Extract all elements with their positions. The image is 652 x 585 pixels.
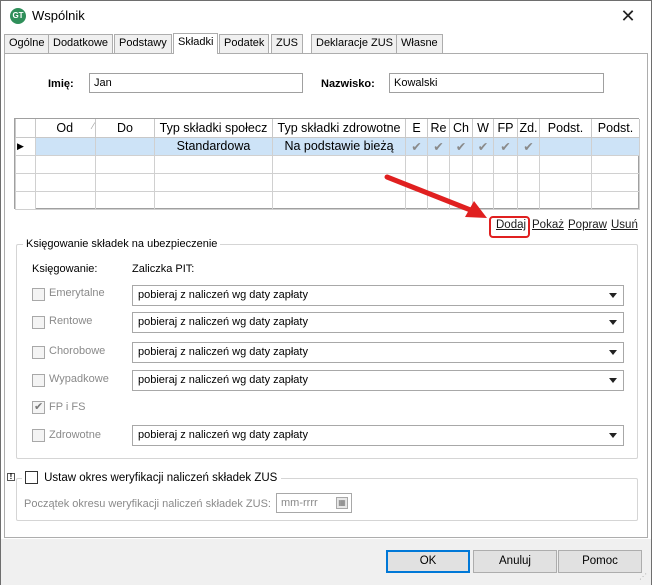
emerytalne-pit-select[interactable]: pobieraj z naliczeń wg daty zapłaty [132,285,624,306]
zdrowotne-label: Zdrowotne [49,429,101,441]
first-name-label: Imię: [48,78,74,90]
pit-column-header: Zaliczka PIT: [132,263,195,275]
select-value: pobieraj z naliczeń wg daty zapłaty [138,374,308,386]
date-placeholder: mm-rrrr [281,497,318,509]
select-value: pobieraj z naliczeń wg daty zapłaty [138,316,308,328]
chorobowe-label: Chorobowe [49,345,106,357]
tab-podstawy[interactable]: Podstawy [114,34,172,53]
tab-podatek[interactable]: Podatek [219,34,270,53]
ok-button[interactable]: OK [386,550,470,573]
close-icon[interactable]: ✕ [605,1,651,31]
verification-checkbox[interactable] [25,471,38,484]
tab-ogolne[interactable]: Ogólne [4,34,50,53]
cancel-button[interactable]: Anuluj [473,550,557,573]
sort-icon: ⁄ [92,120,94,131]
column-header-typ-zdrow[interactable]: Typ składki zdrowotne [272,119,406,138]
wypadkowe-checkbox[interactable] [32,374,45,387]
chevron-down-icon [609,378,617,383]
last-name-label: Nazwisko: [321,78,375,90]
tab-dodatkowe[interactable]: Dodatkowe [48,34,114,53]
column-header-od[interactable]: Od ⁄ [35,119,96,138]
column-header-podst-1[interactable]: Podst. [539,119,592,138]
chorobowe-pit-select[interactable]: pobieraj z naliczeń wg daty zapłaty [132,342,624,363]
add-link[interactable]: Dodaj [496,219,526,231]
verification-header: Ustaw okres weryfikacji naliczeń składek… [22,471,282,484]
fp-fs-label: FP i FS [49,401,86,413]
info-icon: ! [7,473,15,481]
cell-podst-2[interactable] [591,136,640,156]
resize-grip-icon[interactable]: ⋰ [639,572,649,582]
title-bar: GT Wspólnik ✕ [1,1,651,31]
cell-ch-check-icon[interactable]: ✔ [449,136,473,156]
calendar-icon[interactable]: ▦ [336,497,348,509]
cell-typ-spol[interactable]: Standardowa [154,136,273,156]
window-title: Wspólnik [32,8,85,23]
cell-zd-check-icon[interactable]: ✔ [517,136,540,156]
select-value: pobieraj z naliczeń wg daty zapłaty [138,346,308,358]
table-row-empty[interactable] [15,154,640,174]
app-logo-icon: GT [10,8,26,24]
table-row[interactable]: ▶ Standardowa Na podstawie bieżą ✔ ✔ ✔ ✔… [15,136,640,156]
cell-fp-check-icon[interactable]: ✔ [493,136,518,156]
cell-re-check-icon[interactable]: ✔ [427,136,450,156]
chevron-down-icon [609,293,617,298]
select-value: pobieraj z naliczeń wg daty zapłaty [138,289,308,301]
cell-e-check-icon[interactable]: ✔ [405,136,428,156]
first-name-field[interactable]: Jan [89,73,303,93]
wypadkowe-label: Wypadkowe [49,373,109,385]
column-header-podst-2[interactable]: Podst. [591,119,640,138]
rentowe-checkbox[interactable] [32,316,45,329]
cell-podst-1[interactable] [539,136,592,156]
grid-corner [15,119,36,138]
column-header-ch[interactable]: Ch [449,119,473,138]
column-header-fp[interactable]: FP [493,119,518,138]
cell-od[interactable] [35,136,96,156]
column-header-w[interactable]: W [472,119,494,138]
wypadkowe-pit-select[interactable]: pobieraj z naliczeń wg daty zapłaty [132,370,624,391]
column-header-do[interactable]: Do [95,119,155,138]
tab-skladki[interactable]: Składki [173,33,219,54]
annotation-arrow-icon [384,174,487,218]
rentowe-pit-select[interactable]: pobieraj z naliczeń wg daty zapłaty [132,312,624,333]
edit-link[interactable]: Popraw [568,219,607,231]
cell-typ-zdrow[interactable]: Na podstawie bieżą [272,136,406,156]
cell-w-check-icon[interactable]: ✔ [472,136,494,156]
emerytalne-label: Emerytalne [49,287,105,299]
row-indicator-icon: ▶ [15,136,36,156]
chevron-down-icon [609,350,617,355]
zdrowotne-pit-select[interactable]: pobieraj z naliczeń wg daty zapłaty [132,425,624,446]
cell-do[interactable] [95,136,155,156]
booking-group-title: Księgowanie składek na ubezpieczenie [23,238,221,250]
tab-wlasne[interactable]: Własne [396,34,443,53]
table-row-empty[interactable] [15,172,640,192]
column-header-e[interactable]: E [405,119,428,138]
delete-link[interactable]: Usuń [611,219,638,231]
column-header-label: Od [56,120,74,135]
verification-checkbox-label: Ustaw okres weryfikacji naliczeń składek… [44,471,278,484]
booking-column-header: Księgowanie: [32,263,98,275]
dialog-window: GT Wspólnik ✕ Ogólne Dodatkowe Podstawy … [0,0,652,585]
chevron-down-icon [609,320,617,325]
grid-header-row: Od ⁄ Do Typ składki społecz Typ składki z… [15,119,640,138]
select-value: pobieraj z naliczeń wg daty zapłaty [138,429,308,441]
tab-zus[interactable]: ZUS [271,34,303,53]
column-header-re[interactable]: Re [427,119,450,138]
rentowe-label: Rentowe [49,315,93,327]
fp-fs-checkbox[interactable] [32,400,45,414]
zdrowotne-checkbox[interactable] [32,429,45,442]
show-link[interactable]: Pokaż [532,219,564,231]
contributions-grid[interactable]: Od ⁄ Do Typ składki społecz Typ składki z… [14,118,640,210]
table-row-empty[interactable] [15,190,640,210]
help-button[interactable]: Pomoc [558,550,642,573]
verification-start-label: Początek okresu weryfikacji naliczeń skł… [24,498,271,510]
chorobowe-checkbox[interactable] [32,346,45,359]
tab-deklaracje-zus[interactable]: Deklaracje ZUS [311,34,399,53]
column-header-typ-spol[interactable]: Typ składki społecz [154,119,273,138]
emerytalne-checkbox[interactable] [32,288,45,301]
column-header-zd[interactable]: Zd. [517,119,540,138]
verification-start-field[interactable]: mm-rrrr ▦ [276,493,352,513]
chevron-down-icon [609,433,617,438]
last-name-field[interactable]: Kowalski [389,73,604,93]
